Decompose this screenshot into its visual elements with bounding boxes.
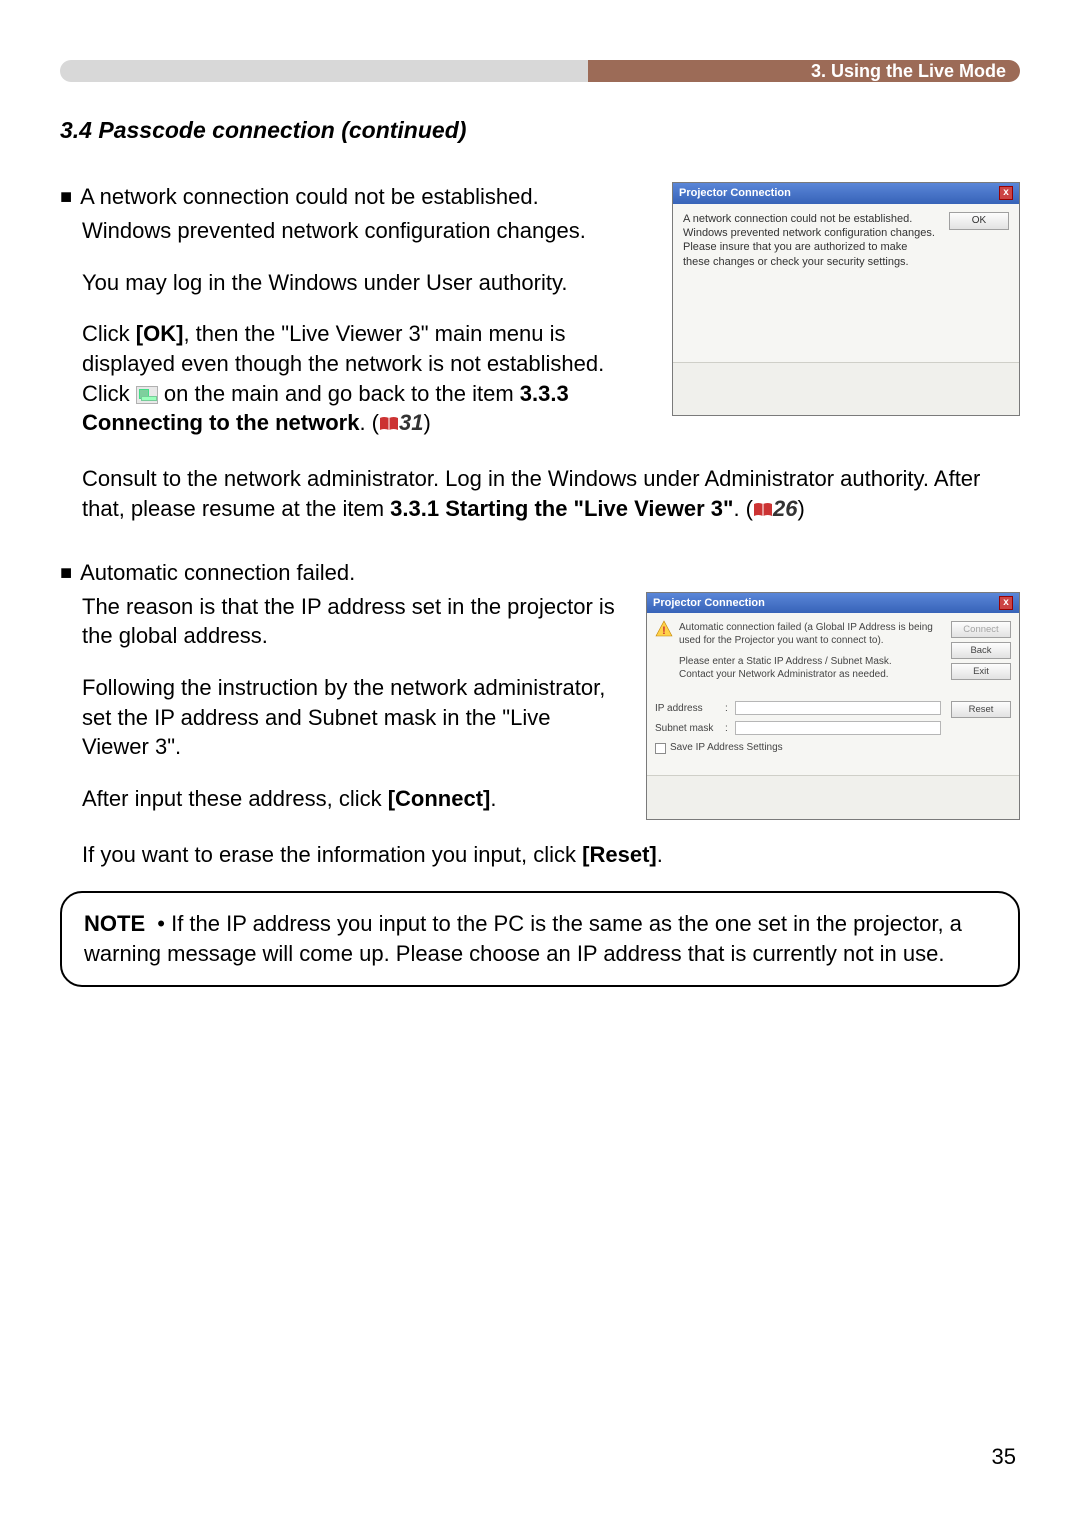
dialog2-msg2: Please enter a Static IP Address / Subne… bbox=[679, 655, 941, 681]
dialog1-titlebar: Projector Connection x bbox=[673, 183, 1019, 204]
note-label: NOTE bbox=[84, 911, 145, 936]
issue1-para3: Click [OK], then the "Live Viewer 3" mai… bbox=[82, 319, 642, 438]
back-button[interactable]: Back bbox=[951, 642, 1011, 659]
close-icon[interactable]: x bbox=[999, 186, 1013, 200]
page-number: 35 bbox=[992, 1444, 1016, 1470]
issue2-heading: Automatic connection failed. bbox=[80, 558, 355, 588]
ok-button[interactable]: OK bbox=[949, 212, 1009, 230]
note-text: If the IP address you input to the PC is… bbox=[84, 911, 962, 966]
subnet-label: Subnet mask bbox=[655, 722, 719, 736]
dialog-auto-connection-failed: Projector Connection x ! Automatic conne… bbox=[646, 592, 1020, 820]
svg-text:!: ! bbox=[662, 625, 666, 637]
section-title: 3.4 Passcode connection (continued) bbox=[60, 117, 1020, 144]
issue2-para4: If you want to erase the information you… bbox=[82, 840, 1020, 870]
connect-button[interactable]: Connect bbox=[951, 621, 1011, 638]
bullet-icon: ■ bbox=[60, 558, 72, 588]
subnet-field[interactable] bbox=[735, 721, 941, 735]
issue2-para3: After input these address, click [Connec… bbox=[82, 784, 616, 814]
breadcrumb: 3. Using the Live Mode bbox=[811, 61, 1006, 82]
warning-icon: ! bbox=[655, 620, 673, 638]
issue1-line2: You may log in the Windows under User au… bbox=[82, 268, 642, 298]
header-bar: 3. Using the Live Mode bbox=[60, 60, 1020, 82]
ip-label: IP address bbox=[655, 702, 719, 716]
dialog2-titlebar: Projector Connection x bbox=[647, 593, 1019, 614]
dialog2-msg1: Automatic connection failed (a Global IP… bbox=[679, 621, 941, 647]
book-icon bbox=[379, 416, 399, 432]
issue2-line2: Following the instruction by the network… bbox=[82, 673, 616, 762]
issue1-para4: Consult to the network administrator. Lo… bbox=[82, 464, 1020, 523]
dialog1-footer bbox=[673, 363, 1019, 415]
issue1-line1: Windows prevented network configuration … bbox=[82, 216, 642, 246]
ip-field[interactable] bbox=[735, 701, 941, 715]
dialog1-message: A network connection could not be establ… bbox=[683, 212, 935, 354]
save-checkbox[interactable] bbox=[655, 743, 666, 754]
issue1-heading: A network connection could not be establ… bbox=[80, 182, 539, 212]
save-checkbox-label: Save IP Address Settings bbox=[670, 741, 783, 755]
bullet-icon: ■ bbox=[60, 182, 72, 212]
reset-button[interactable]: Reset bbox=[951, 701, 1011, 718]
dialog2-title: Projector Connection bbox=[653, 596, 765, 611]
note-box: NOTE • If the IP address you input to th… bbox=[60, 891, 1020, 986]
dialog2-footer bbox=[647, 775, 1019, 819]
issue2-line1: The reason is that the IP address set in… bbox=[82, 592, 616, 651]
book-icon bbox=[753, 502, 773, 518]
close-icon[interactable]: x bbox=[999, 596, 1013, 610]
dialog1-title: Projector Connection bbox=[679, 186, 791, 201]
connection-icon bbox=[136, 386, 158, 404]
dialog-network-error: Projector Connection x A network connect… bbox=[672, 182, 1020, 416]
exit-button[interactable]: Exit bbox=[951, 663, 1011, 680]
